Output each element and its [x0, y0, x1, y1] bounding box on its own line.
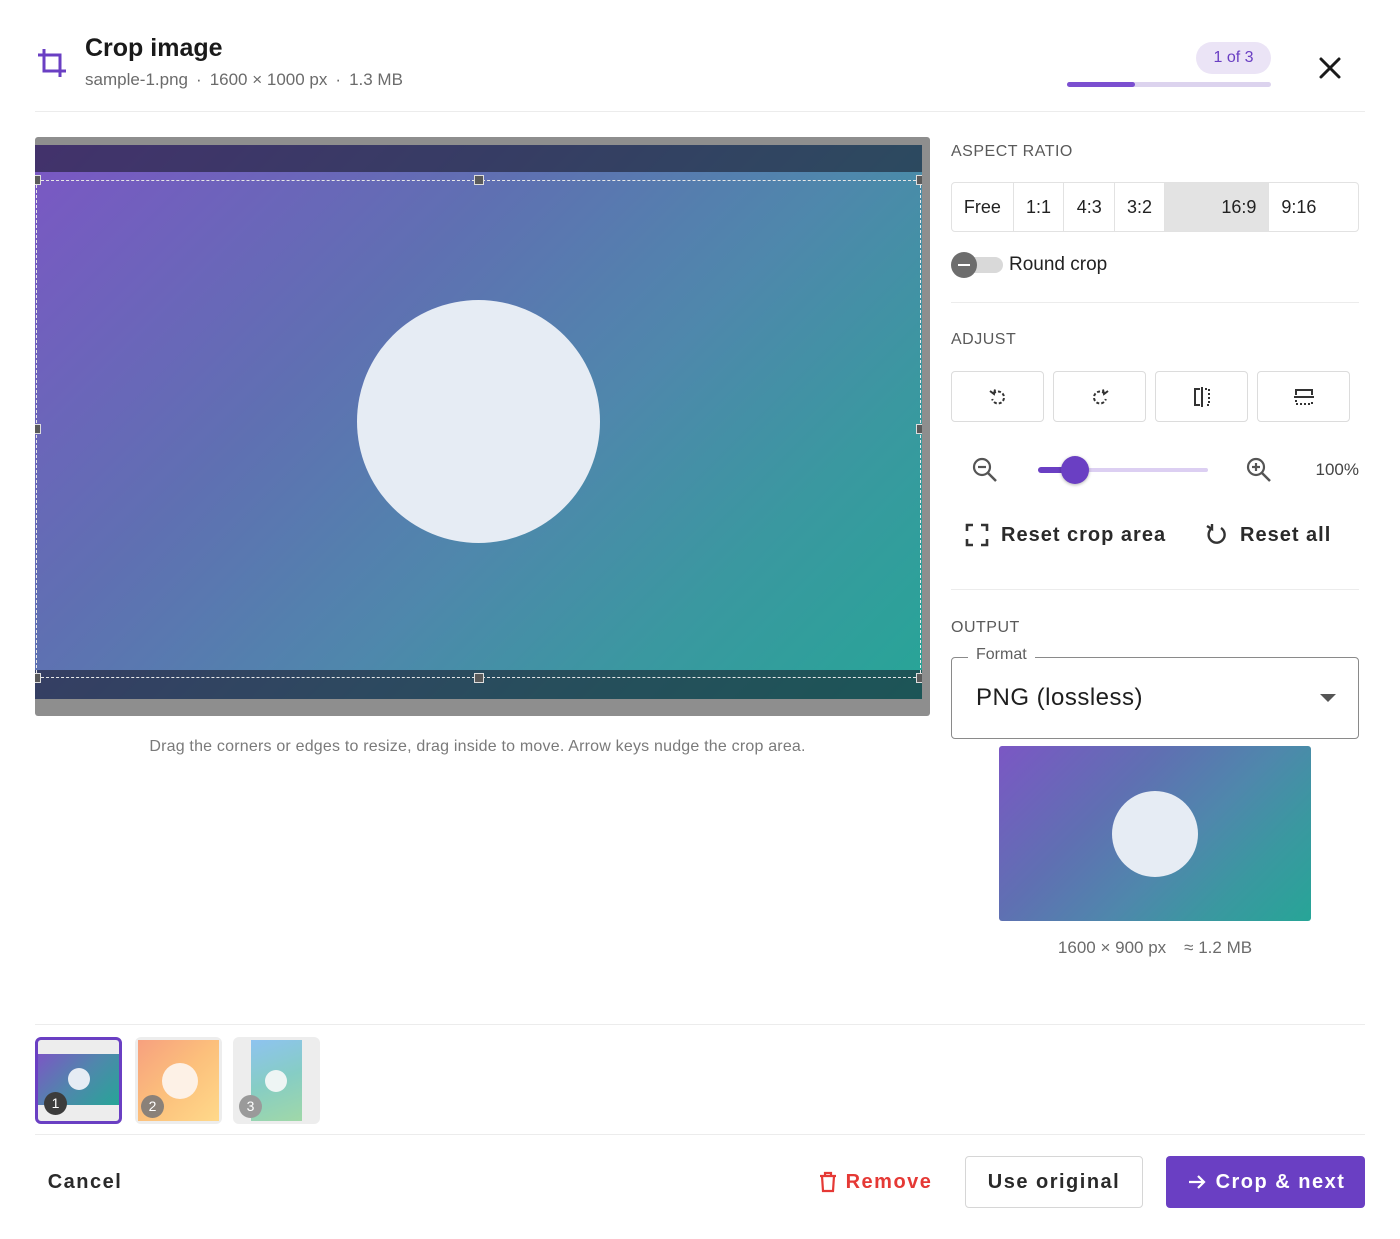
rotate-right-icon: [1092, 388, 1109, 404]
batch-progress-bar: [1067, 82, 1271, 87]
use-original-button[interactable]: Use original: [965, 1156, 1143, 1208]
batch-progress-fill: [1067, 82, 1135, 87]
crop-handle-bottom-left[interactable]: [35, 673, 41, 683]
output-dimensions: 1600 × 900 px: [1057, 938, 1167, 957]
zoom-slider-thumb[interactable]: [1061, 456, 1090, 484]
reset-crop-area-label: Reset crop area: [1001, 523, 1167, 546]
crop-handle-bottom[interactable]: [474, 673, 484, 683]
crop-and-next-label: Crop & next: [1215, 1170, 1346, 1193]
format-select[interactable]: Format PNG (lossless): [951, 646, 1359, 739]
crop-hint: Drag the corners or edges to resize, dra…: [149, 738, 806, 755]
reset-icon: [1206, 524, 1226, 544]
file-meta: sample-1.png · 1600 × 1000 px · 1.3 MB: [85, 70, 403, 90]
ratio-9-16[interactable]: 9:16: [1269, 183, 1358, 231]
crop-mask-top: [35, 145, 922, 172]
zoom-out-icon: [972, 457, 997, 482]
crop-handle-top-right[interactable]: [916, 175, 922, 185]
close-icon: [1319, 57, 1341, 79]
image-counter-badge: 1 of 3: [1196, 42, 1271, 74]
crop-canvas[interactable]: [35, 137, 930, 716]
aspect-ratio-group: Free 1:1 4:3 3:2 16:9 9:16: [951, 182, 1359, 232]
file-name: sample-1.png: [85, 70, 189, 89]
output-label: OUTPUT: [951, 619, 1020, 636]
format-legend: Format: [968, 646, 1035, 664]
dialog-header: Crop image sample-1.png · 1600 × 1000 px · 1…: [35, 30, 1365, 112]
dialog-title: Crop image: [85, 34, 223, 62]
arrow-right-icon: [1188, 1175, 1206, 1189]
crop-free-icon: [965, 523, 989, 547]
source-image: [35, 145, 922, 699]
crop-icon: [38, 49, 66, 77]
meta-separator: ·: [196, 70, 202, 89]
section-divider: [951, 302, 1359, 303]
zoom-control: 100%: [951, 452, 1359, 488]
crop-handle-right[interactable]: [916, 424, 922, 434]
ratio-3-2[interactable]: 3:2: [1115, 183, 1165, 231]
format-value: PNG (lossless): [976, 684, 1144, 711]
meta-separator: ·: [335, 70, 342, 89]
thumbnail-1[interactable]: 1: [35, 1037, 122, 1124]
flip-horizontal-button[interactable]: [1155, 371, 1248, 422]
reset-all-button[interactable]: Reset all: [1202, 517, 1331, 553]
remove-label: Remove: [845, 1170, 933, 1193]
aspect-ratio-label: ASPECT RATIO: [951, 143, 1073, 160]
ratio-free[interactable]: Free: [952, 183, 1014, 231]
adjust-label: ADJUST: [951, 331, 1017, 348]
file-dimensions: 1600 × 1000 px: [209, 70, 328, 89]
thumbnail-2[interactable]: 2: [135, 1037, 222, 1124]
remove-button[interactable]: Remove: [805, 1156, 945, 1208]
crop-handle-top-left[interactable]: [35, 175, 41, 185]
crop-handle-left[interactable]: [35, 424, 41, 434]
zoom-out-button[interactable]: [969, 454, 1001, 486]
flip-horizontal-icon: [1193, 386, 1210, 407]
rotate-right-button[interactable]: [1053, 371, 1146, 422]
crop-handle-bottom-right[interactable]: [916, 673, 922, 683]
zoom-in-icon: [1246, 457, 1271, 482]
thumbnail-strip: 1 2 3: [35, 1024, 1365, 1135]
cancel-button[interactable]: Cancel: [35, 1156, 135, 1208]
ratio-16-9[interactable]: 16:9: [1164, 183, 1270, 231]
flip-vertical-button[interactable]: [1257, 371, 1350, 422]
toggle-knob: [951, 252, 977, 278]
thumbnail-badge: 1: [44, 1092, 67, 1115]
crop-handle-top[interactable]: [474, 175, 484, 185]
round-crop-toggle[interactable]: [951, 252, 1003, 278]
dropdown-arrow-icon: [1320, 694, 1336, 702]
output-preview: [999, 746, 1311, 921]
close-button[interactable]: [1310, 48, 1350, 88]
flip-vertical-icon: [1293, 388, 1314, 405]
section-divider: [951, 589, 1359, 590]
thumbnail-3[interactable]: 3: [233, 1037, 320, 1124]
ratio-4-3[interactable]: 4:3: [1064, 183, 1116, 231]
output-size: ≈ 1.2 MB: [1184, 938, 1253, 957]
reset-crop-area-button[interactable]: Reset crop area: [963, 517, 1166, 553]
crop-area[interactable]: [35, 175, 922, 683]
zoom-in-button[interactable]: [1243, 454, 1275, 486]
thumbnail-badge: 3: [239, 1095, 262, 1118]
trash-icon: [819, 1171, 836, 1193]
zoom-slider[interactable]: [1038, 456, 1208, 484]
crop-and-next-button[interactable]: Crop & next: [1166, 1156, 1365, 1208]
ratio-1-1[interactable]: 1:1: [1014, 183, 1065, 231]
preview-circle: [1112, 791, 1198, 877]
reset-all-label: Reset all: [1240, 523, 1332, 546]
thumbnail-badge: 2: [141, 1095, 164, 1118]
crop-dialog: Crop image sample-1.png · 1600 × 1000 px · 1…: [0, 0, 1400, 1239]
rotate-left-icon: [988, 388, 1005, 404]
file-size: 1.3 MB: [349, 70, 403, 89]
round-crop-label: Round crop: [1009, 254, 1108, 275]
output-preview-meta: 1600 × 900 px ≈ 1.2 MB: [951, 938, 1359, 958]
rotate-left-button[interactable]: [951, 371, 1044, 422]
zoom-value: 100%: [1315, 460, 1359, 479]
